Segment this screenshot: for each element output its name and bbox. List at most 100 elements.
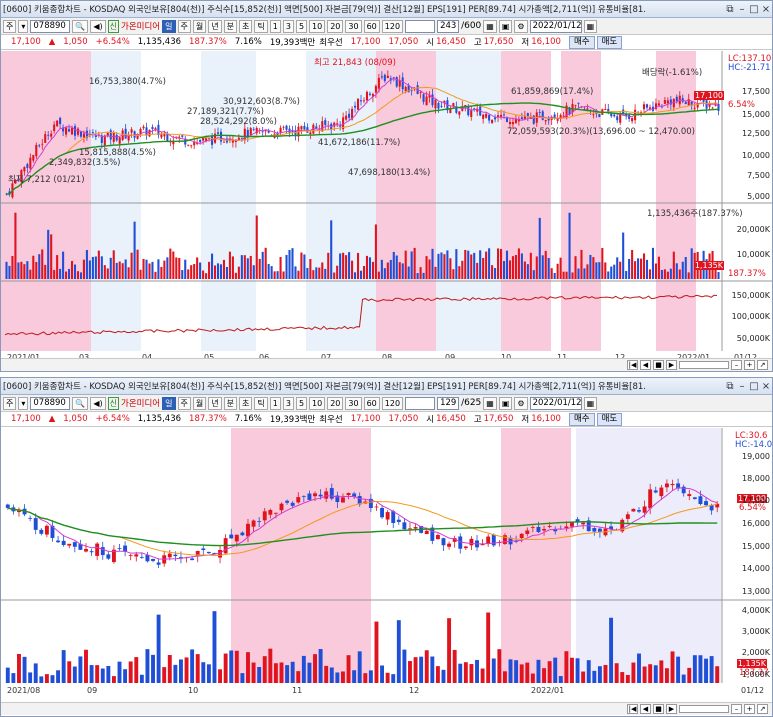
scroll-next-icon[interactable]: ▶ xyxy=(666,360,677,370)
interval-5-button[interactable]: 5 xyxy=(295,19,308,33)
interval-20-button[interactable]: 20 xyxy=(327,19,344,33)
chevron-down-icon[interactable]: ▾ xyxy=(18,19,29,33)
lock-icon[interactable]: 주 xyxy=(3,19,17,33)
interval-1-button[interactable]: 1 xyxy=(269,396,281,410)
zoom-out-icon[interactable]: – xyxy=(731,704,742,714)
save-icon[interactable]: ▣ xyxy=(498,19,513,33)
settings-icon[interactable]: ⚙ xyxy=(514,19,528,33)
candle-body xyxy=(70,127,74,135)
settings-icon[interactable]: ⚙ xyxy=(514,396,528,410)
calendar-icon[interactable]: ▦ xyxy=(583,19,598,33)
search-icon[interactable]: 🔍 xyxy=(72,19,89,33)
period-week-button[interactable]: 주 xyxy=(177,396,191,410)
interval-20-button[interactable]: 20 xyxy=(327,396,344,410)
stock-code-input[interactable]: 078890 xyxy=(30,19,71,33)
period-day-button[interactable]: 일 xyxy=(162,19,176,33)
candle-body xyxy=(441,538,446,546)
period-week-button[interactable]: 주 xyxy=(177,19,191,33)
scroll-stop-icon[interactable]: ■ xyxy=(653,360,664,370)
maximize-icon[interactable]: □ xyxy=(748,4,760,15)
period-minute-button[interactable]: 분 xyxy=(223,19,237,33)
period-tick-button[interactable]: 틱 xyxy=(254,396,268,410)
period-month-button[interactable]: 월 xyxy=(192,396,207,410)
restore-icon[interactable]: ⧉ xyxy=(724,381,736,392)
minimize-icon[interactable]: – xyxy=(736,4,748,15)
minimize-icon[interactable]: – xyxy=(736,381,748,392)
sell-button[interactable]: 매도 xyxy=(596,412,623,426)
interval-10-button[interactable]: 10 xyxy=(309,19,326,33)
restore-icon[interactable]: ⧉ xyxy=(724,4,736,15)
zoom-in-icon[interactable]: + xyxy=(744,704,755,714)
interval-custom-input[interactable] xyxy=(405,396,436,410)
interval-5-button[interactable]: 5 xyxy=(295,396,308,410)
date-input[interactable]: 2022/01/12 xyxy=(529,396,582,410)
interval-60-button[interactable]: 60 xyxy=(363,19,380,33)
period-tick-button[interactable]: 틱 xyxy=(254,19,268,33)
period-month-button[interactable]: 월 xyxy=(192,19,207,33)
interval-60-button[interactable]: 60 xyxy=(363,396,380,410)
scroll-track[interactable] xyxy=(679,705,729,713)
interval-120-button[interactable]: 120 xyxy=(381,396,404,410)
interval-30-button[interactable]: 30 xyxy=(345,396,362,410)
chevron-down-icon[interactable]: ▾ xyxy=(18,396,29,410)
candle-body xyxy=(151,558,155,561)
bottom-price-chart[interactable] xyxy=(1,428,772,702)
lock-icon[interactable]: 주 xyxy=(3,396,17,410)
period-second-button[interactable]: 초 xyxy=(239,396,253,410)
period-year-button[interactable]: 년 xyxy=(208,396,222,410)
scroll-prev-icon[interactable]: ◀ xyxy=(640,360,651,370)
volume-bar xyxy=(206,664,211,683)
speaker-icon[interactable]: ◀) xyxy=(90,19,106,33)
period-year-button[interactable]: 년 xyxy=(208,19,222,33)
top-price-chart[interactable] xyxy=(1,51,772,357)
close-icon[interactable]: × xyxy=(760,381,772,392)
volume-bar xyxy=(473,252,476,279)
period-minute-button[interactable]: 분 xyxy=(223,396,237,410)
bottom-scroll-bar[interactable]: |◀ ◀ ■ ▶ – + ↗ xyxy=(1,702,772,715)
scroll-first-icon[interactable]: |◀ xyxy=(627,360,638,370)
date-input[interactable]: 2022/01/12 xyxy=(529,19,582,33)
candle-body xyxy=(653,490,658,493)
scroll-prev-icon[interactable]: ◀ xyxy=(640,704,651,714)
search-icon[interactable]: 🔍 xyxy=(72,396,89,410)
calendar-icon[interactable]: ▦ xyxy=(583,396,598,410)
zoom-in-icon[interactable]: + xyxy=(744,360,755,370)
scroll-stop-icon[interactable]: ■ xyxy=(653,704,664,714)
zoom-out-icon[interactable]: – xyxy=(731,360,742,370)
save-icon[interactable]: ▣ xyxy=(498,396,513,410)
bar-count-input[interactable]: 129 xyxy=(437,396,460,410)
expand-icon[interactable]: ↗ xyxy=(757,360,768,370)
expand-icon[interactable]: ↗ xyxy=(757,704,768,714)
stock-code-input[interactable]: 078890 xyxy=(30,396,71,410)
annotation-dividend: 배당락(-1.61%) xyxy=(642,68,703,78)
sell-button[interactable]: 매도 xyxy=(596,35,623,49)
bar-count-input[interactable]: 243 xyxy=(437,19,460,33)
buy-button[interactable]: 매수 xyxy=(568,412,595,426)
interval-120-button[interactable]: 120 xyxy=(381,19,404,33)
interval-10-button[interactable]: 10 xyxy=(309,396,326,410)
scroll-first-icon[interactable]: |◀ xyxy=(627,704,638,714)
interval-3-button[interactable]: 3 xyxy=(282,396,294,410)
volume-bar xyxy=(84,649,88,683)
volume-bar xyxy=(392,251,395,279)
close-icon[interactable]: × xyxy=(760,4,772,15)
scroll-next-icon[interactable]: ▶ xyxy=(666,704,677,714)
speaker-icon[interactable]: ◀) xyxy=(90,396,106,410)
top-scroll-bar[interactable]: |◀ ◀ ■ ▶ – + ↗ xyxy=(1,358,772,371)
period-second-button[interactable]: 초 xyxy=(239,19,253,33)
chart-type-icon[interactable]: ▦ xyxy=(483,396,497,410)
candle-body xyxy=(313,493,317,497)
candle-body xyxy=(262,511,267,521)
interval-3-button[interactable]: 3 xyxy=(282,19,294,33)
interval-30-button[interactable]: 30 xyxy=(345,19,362,33)
period-day-button[interactable]: 일 xyxy=(162,396,176,410)
interval-custom-input[interactable] xyxy=(405,19,436,33)
y-volume-label: 2,000K xyxy=(741,648,770,657)
buy-button[interactable]: 매수 xyxy=(568,35,595,49)
volume-bar xyxy=(324,268,327,279)
chart-type-icon[interactable]: ▦ xyxy=(483,19,497,33)
interval-1-button[interactable]: 1 xyxy=(269,19,281,33)
maximize-icon[interactable]: □ xyxy=(748,381,760,392)
volume-bar xyxy=(156,614,161,683)
scroll-track[interactable] xyxy=(679,361,729,369)
